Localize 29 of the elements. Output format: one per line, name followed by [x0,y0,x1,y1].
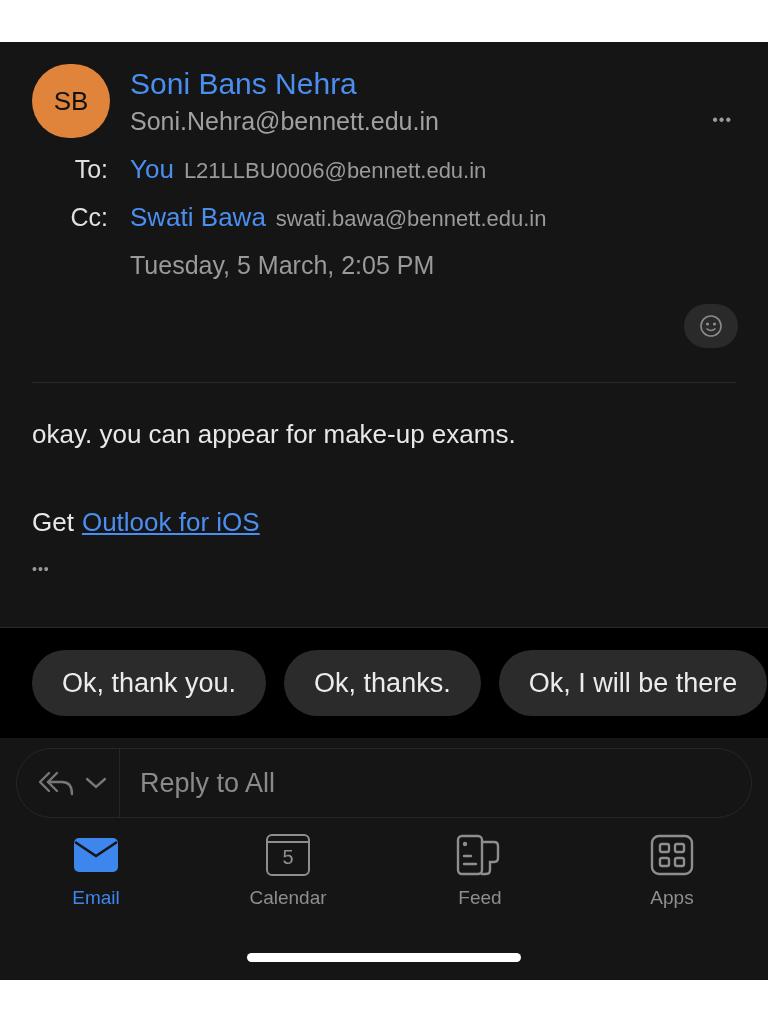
sender-name[interactable]: Soni Bans Nehra [130,65,439,103]
reaction-button[interactable] [684,304,738,348]
apps-grid-icon [650,834,694,876]
quick-reply-chip[interactable]: Ok, I will be there [498,650,768,716]
recipient-email: L21LLBU0006@bennett.edu.in [183,157,487,185]
tab-item[interactable]: 5 Calendar [192,832,384,913]
message-text: okay. you can appear for make-up exams. [32,418,517,451]
avatar: SB [32,64,110,138]
recipient-email: swati.bawa@bennett.edu.in [275,205,547,233]
date-text: Tuesday, 5 March, 2:05 PM [130,250,436,281]
calendar-icon: 5 [266,834,310,876]
recipient-label: Cc: [69,202,109,233]
recipient-name[interactable]: You [130,145,184,193]
sender-email: Soni.Nehra@bennett.edu.in [130,106,439,137]
show-trimmed-button[interactable]: ••• [32,559,50,580]
reply-field[interactable]: Reply to All [120,762,751,804]
signature-text: Get [32,506,74,539]
tab-item[interactable]: Email [0,832,192,913]
more-button[interactable]: ••• [712,108,732,132]
outlook-link[interactable]: Outlook for iOS [81,505,260,539]
chevron-down-icon [85,776,107,790]
smiley-icon [699,314,723,338]
tab-item[interactable]: Apps [576,832,768,913]
tab-item[interactable]: Feed [384,832,576,913]
quick-reply-chip[interactable]: Ok, thank you. [32,650,267,716]
recipient-label: To: [73,154,109,185]
envelope-icon [73,837,119,873]
quick-reply-chip[interactable]: Ok, thanks. [284,650,481,716]
recipient-name[interactable]: Swati Bawa [130,193,276,241]
